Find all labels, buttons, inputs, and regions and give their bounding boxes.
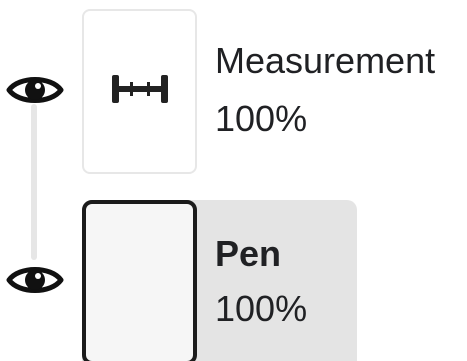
- layer-name-pen[interactable]: Pen: [215, 233, 281, 275]
- layer-opacity-pen: 100%: [215, 288, 308, 329]
- layer-name-measurement[interactable]: Measurement: [215, 40, 435, 82]
- visibility-toggle-measurement[interactable]: [5, 70, 65, 110]
- layer-opacity-measurement: 100%: [215, 98, 308, 139]
- eye-icon: [5, 260, 65, 300]
- measurement-icon: [110, 71, 170, 112]
- eye-icon: [5, 70, 65, 110]
- layer-thumbnail-measurement[interactable]: [82, 9, 197, 174]
- layer-thumbnail-pen[interactable]: [82, 200, 197, 361]
- layer-connector-line: [31, 104, 37, 260]
- layers-panel: Measurement 100% Pen 100%: [0, 0, 467, 361]
- visibility-toggle-pen[interactable]: [5, 260, 65, 300]
